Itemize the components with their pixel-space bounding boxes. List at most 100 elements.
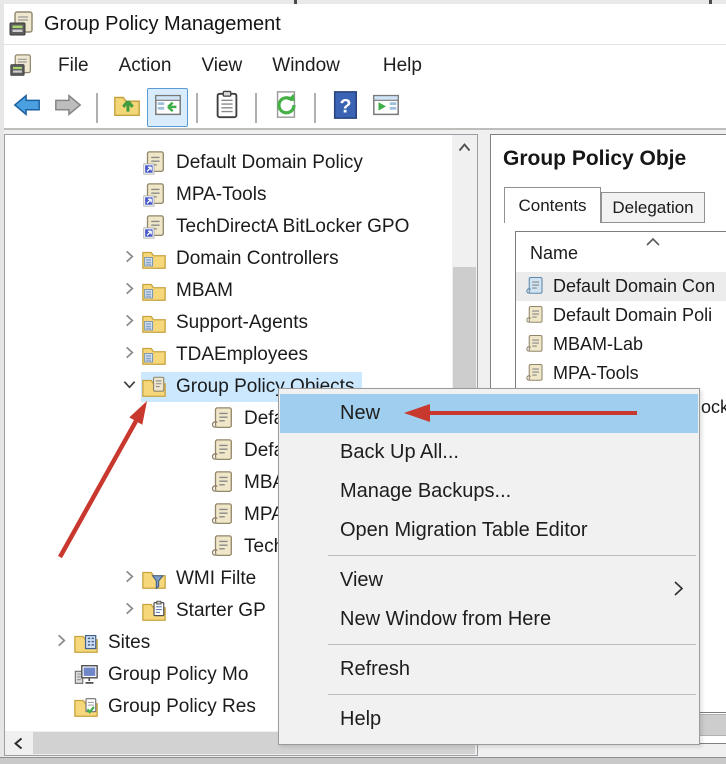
sort-ascending-icon[interactable] <box>644 234 662 246</box>
toolbar-forward-arrow-button[interactable] <box>47 88 88 127</box>
gpo-icon <box>209 438 235 464</box>
context-menu-item-back-up-all[interactable]: Back Up All... <box>280 433 698 472</box>
tab-contents[interactable]: Contents <box>504 187 601 223</box>
column-header-name[interactable]: Name <box>530 243 578 264</box>
chevron-down-icon <box>122 376 137 398</box>
tree-item-body[interactable]: WMI Filte <box>141 564 264 594</box>
results-pane-title: Group Policy Obje <box>503 147 687 170</box>
list-row-default-domain-con[interactable]: Default Domain Con <box>516 272 726 301</box>
svg-text:?: ? <box>339 96 351 118</box>
list-row-label: MBAM-Lab <box>553 334 644 354</box>
chevron-right-icon <box>122 344 137 366</box>
scroll-up-icon[interactable] <box>452 135 477 159</box>
context-menu-item-new-window-from-here[interactable]: New Window from Here <box>280 600 698 639</box>
menubar-item-help[interactable]: Help <box>368 49 437 83</box>
tree-item-techdirecta-bitlocker-gpo[interactable]: TechDirectA BitLocker GPO <box>5 211 451 243</box>
context-menu-item-view[interactable]: View <box>280 561 698 600</box>
app-icon <box>8 10 35 38</box>
folder-sites-icon <box>73 630 99 656</box>
list-row-mpa-tools[interactable]: MPA-Tools <box>516 359 726 388</box>
menubar-item-window[interactable]: Window <box>257 49 355 83</box>
tree-item-label: MPA-Tools <box>176 184 267 205</box>
tree-item-support-agents[interactable]: Support-Agents <box>5 307 451 339</box>
tree-item-body[interactable]: MBAM <box>141 276 241 306</box>
tree-item-label: WMI Filte <box>176 568 257 589</box>
toolbar-folder-up-button[interactable] <box>106 88 147 127</box>
folder-ou-icon <box>141 246 167 272</box>
chevron-right-icon <box>54 632 69 654</box>
clipboard-icon <box>212 90 242 125</box>
back-arrow-icon <box>12 90 42 125</box>
folder-gpo-icon <box>141 374 167 400</box>
toolbar-back-arrow-button[interactable] <box>6 88 47 127</box>
window-bottom-border <box>0 757 726 764</box>
chevron-right-icon[interactable] <box>117 567 141 591</box>
list-row-default-domain-poli[interactable]: Default Domain Poli <box>516 301 726 330</box>
tree-item-body[interactable]: Group Policy Mo <box>73 660 256 690</box>
chevron-right-icon[interactable] <box>117 279 141 303</box>
tree-item-body[interactable]: Default Domain Policy <box>141 148 371 178</box>
scroll-left-icon[interactable] <box>5 731 31 755</box>
chevron-right-icon[interactable] <box>49 631 73 655</box>
list-row-label: MPA-Tools <box>553 363 639 383</box>
gpo-link-icon <box>141 182 167 208</box>
chevron-right-icon[interactable] <box>117 311 141 335</box>
folder-ou-icon <box>141 278 167 304</box>
context-menu-item-open-migration-table-editor[interactable]: Open Migration Table Editor <box>280 511 698 550</box>
tree-item-body[interactable]: TDAEmployees <box>141 340 316 370</box>
tree-item-body[interactable]: MPA-Tools <box>141 180 274 210</box>
toolbar-refresh-button[interactable] <box>265 88 306 127</box>
tree-item-mbam[interactable]: MBAM <box>5 275 451 307</box>
menubar-item-file[interactable]: File <box>43 49 104 83</box>
menubar-item-view[interactable]: View <box>186 49 257 83</box>
tree-item-body[interactable]: TechDirectA BitLocker GPO <box>141 212 417 242</box>
tree-item-default-domain-policy[interactable]: Default Domain Policy <box>5 147 451 179</box>
context-menu-item-refresh[interactable]: Refresh <box>280 650 698 689</box>
chevron-right-icon <box>122 568 137 590</box>
toolbar-console-tree-button[interactable] <box>147 88 188 127</box>
help-icon: ? <box>330 90 360 125</box>
tree-item-label: MBAM <box>176 280 233 301</box>
chevron-right-icon[interactable] <box>117 247 141 271</box>
chevron-down-icon[interactable] <box>117 375 141 399</box>
forward-arrow-icon <box>53 90 83 125</box>
tree-item-label: TDAEmployees <box>176 344 308 365</box>
toolbar-help-button[interactable]: ? <box>324 88 365 127</box>
tree-item-mpa-tools[interactable]: MPA-Tools <box>5 179 451 211</box>
toolbar-action-pane-button[interactable] <box>365 88 406 127</box>
tree-item-body[interactable]: Starter GP <box>141 596 274 626</box>
context-menu-separator <box>328 644 696 645</box>
submenu-arrow-icon <box>673 572 684 596</box>
chevron-right-icon[interactable] <box>117 343 141 367</box>
tree-item-body[interactable]: Support-Agents <box>141 308 316 338</box>
context-menu-item-manage-backups[interactable]: Manage Backups... <box>280 472 698 511</box>
toolbar-separator <box>196 92 198 123</box>
list-row-mbam-lab[interactable]: MBAM-Lab <box>516 330 726 359</box>
toolbar-clipboard-button[interactable] <box>206 88 247 127</box>
chevron-right-icon[interactable] <box>117 599 141 623</box>
context-menu-item-new[interactable]: New <box>280 394 698 433</box>
console-tree-icon <box>153 90 183 125</box>
chevron-right-icon <box>122 312 137 334</box>
tree-item-body[interactable]: Domain Controllers <box>141 244 347 274</box>
menubar-item-action[interactable]: Action <box>104 49 187 83</box>
tree-item-tdaemployees[interactable]: TDAEmployees <box>5 339 451 371</box>
refresh-icon <box>271 90 301 125</box>
folder-ou-icon <box>141 342 167 368</box>
tree-item-label: Group Policy Mo <box>108 664 249 685</box>
tab-delegation[interactable]: Delegation <box>601 192 705 223</box>
tree-item-body[interactable]: Group Policy Res <box>73 692 264 722</box>
chevron-right-icon <box>122 600 137 622</box>
context-menu-item-help[interactable]: Help <box>280 700 698 739</box>
list-row-label: Default Domain Poli <box>553 305 713 325</box>
context-menu: New Back Up All... Manage Backups... Open M… <box>278 388 700 745</box>
context-menu-separator <box>328 694 696 695</box>
folder-wmi-icon <box>141 566 167 592</box>
gpo-icon <box>209 470 235 496</box>
tree-item-domain-controllers[interactable]: Domain Controllers <box>5 243 451 275</box>
tree-item-body[interactable]: Sites <box>73 628 158 658</box>
chevron-right-icon <box>122 280 137 302</box>
